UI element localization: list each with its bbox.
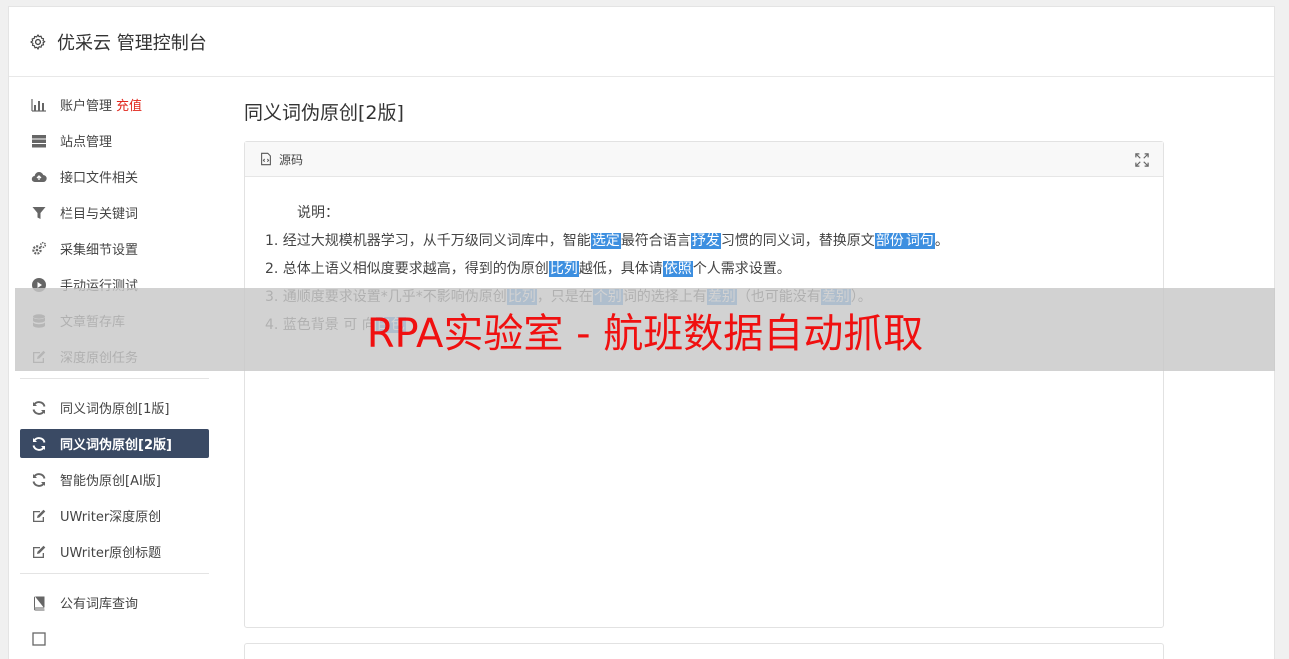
highlighted-synonym[interactable]: 部份 [874, 233, 905, 249]
expand-icon[interactable] [1135, 153, 1149, 167]
description-line: 1. 经过大规模机器学习，从千万级同义词库中，智能选定最符合语言抒发习惯的同义词… [265, 227, 1143, 255]
page-title: 同义词伪原创[2版] [244, 102, 404, 124]
sidebar-item[interactable]: UWriter原创标题 [20, 537, 209, 566]
sidebar-item[interactable]: 智能伪原创[AI版] [20, 465, 209, 494]
book-icon [30, 594, 48, 612]
sidebar-item-label: UWriter深度原创 [60, 510, 162, 525]
cloud-upload-icon [30, 168, 48, 186]
sidebar-item[interactable]: UWriter深度原创 [20, 501, 209, 530]
watermark-text: RPA实验室 - 航班数据自动抓取 [366, 310, 924, 357]
server-icon [30, 132, 48, 150]
result-panel [244, 643, 1164, 659]
edit-icon [30, 543, 48, 561]
highlighted-synonym[interactable]: 选定 [590, 233, 621, 249]
sidebar-item-label: 采集细节设置 [60, 243, 139, 258]
sidebar-item-label: 栏目与关键词 [60, 207, 139, 222]
description-line: 2. 总体上语义相似度要求越高，得到的伪原创比列越低，具体请依照个人需求设置。 [265, 255, 1143, 283]
bar-chart-icon [30, 96, 48, 114]
sidebar-item-label: 公有词库查询 [60, 597, 139, 612]
header: 优采云 管理控制台 [9, 7, 1274, 77]
sidebar-item[interactable]: 账户管理 充值 [20, 90, 209, 119]
sidebar-item[interactable]: 站点管理 [20, 126, 209, 155]
refresh-icon [30, 471, 48, 489]
sidebar-item[interactable]: 栏目与关键词 [20, 198, 209, 227]
text-segment: 习惯的同义词，替换原文 [720, 233, 875, 249]
panel-header-label[interactable]: 源码 [279, 151, 303, 168]
highlighted-synonym[interactable]: 依照 [662, 261, 693, 277]
refresh-icon [30, 435, 48, 453]
sidebar-item-label: 接口文件相关 [60, 171, 139, 186]
sidebar-item[interactable]: 同义词伪原创[2版] [20, 429, 209, 458]
sidebar: 账户管理充值站点管理接口文件相关栏目与关键词采集细节设置手动运行测试文章暂存库深… [20, 90, 209, 659]
sidebar-divider [20, 378, 209, 379]
sidebar-divider [20, 573, 209, 574]
code-file-icon [261, 152, 271, 166]
sidebar-item-label: UWriter原创标题 [60, 546, 162, 561]
sidebar-item-label: 账户管理 [60, 99, 113, 114]
filter-icon [30, 204, 48, 222]
panel-header: 源码 [245, 142, 1163, 177]
sidebar-item[interactable]: 接口文件相关 [20, 162, 209, 191]
text-segment: 个人需求设置。 [692, 261, 791, 277]
text-segment: 最符合语言 [620, 233, 691, 249]
editor-panel: 源码 说明： 1. 经过大规模机器学习，从千万级同义词库中，智能选定最符合语言抒… [244, 141, 1164, 628]
intro-label: 说明： [297, 205, 339, 221]
sidebar-item[interactable]: 公有词库查询 [20, 588, 209, 617]
app-title: 优采云 管理控制台 [57, 32, 207, 54]
sidebar-item-label: 智能伪原创[AI版] [60, 474, 161, 489]
edit-icon [30, 507, 48, 525]
text-segment: 越低，具体请 [578, 261, 663, 277]
refresh-icon [30, 399, 48, 417]
square-icon [30, 630, 48, 648]
sidebar-item-label: 同义词伪原创[2版] [60, 438, 172, 453]
gears-icon [30, 240, 48, 258]
sidebar-item[interactable]: 同义词伪原创[1版] [20, 393, 209, 422]
sidebar-item-label: 站点管理 [60, 135, 113, 150]
highlighted-synonym[interactable]: 比列 [548, 261, 579, 277]
recharge-link[interactable]: 充值 [116, 95, 142, 114]
sidebar-item[interactable]: 采集细节设置 [20, 234, 209, 263]
text-segment: 2. 总体上语义相似度要求越高，得到的伪原创 [265, 261, 549, 277]
text-segment: 。 [934, 233, 949, 249]
highlighted-synonym[interactable]: 抒发 [690, 233, 721, 249]
text-segment: 1. 经过大规模机器学习，从千万级同义词库中，智能 [265, 233, 591, 249]
highlighted-synonym[interactable]: 词句 [904, 233, 935, 249]
sidebar-item[interactable] [20, 624, 209, 653]
sidebar-item-label: 同义词伪原创[1版] [60, 402, 170, 417]
gear-icon [30, 33, 46, 50]
